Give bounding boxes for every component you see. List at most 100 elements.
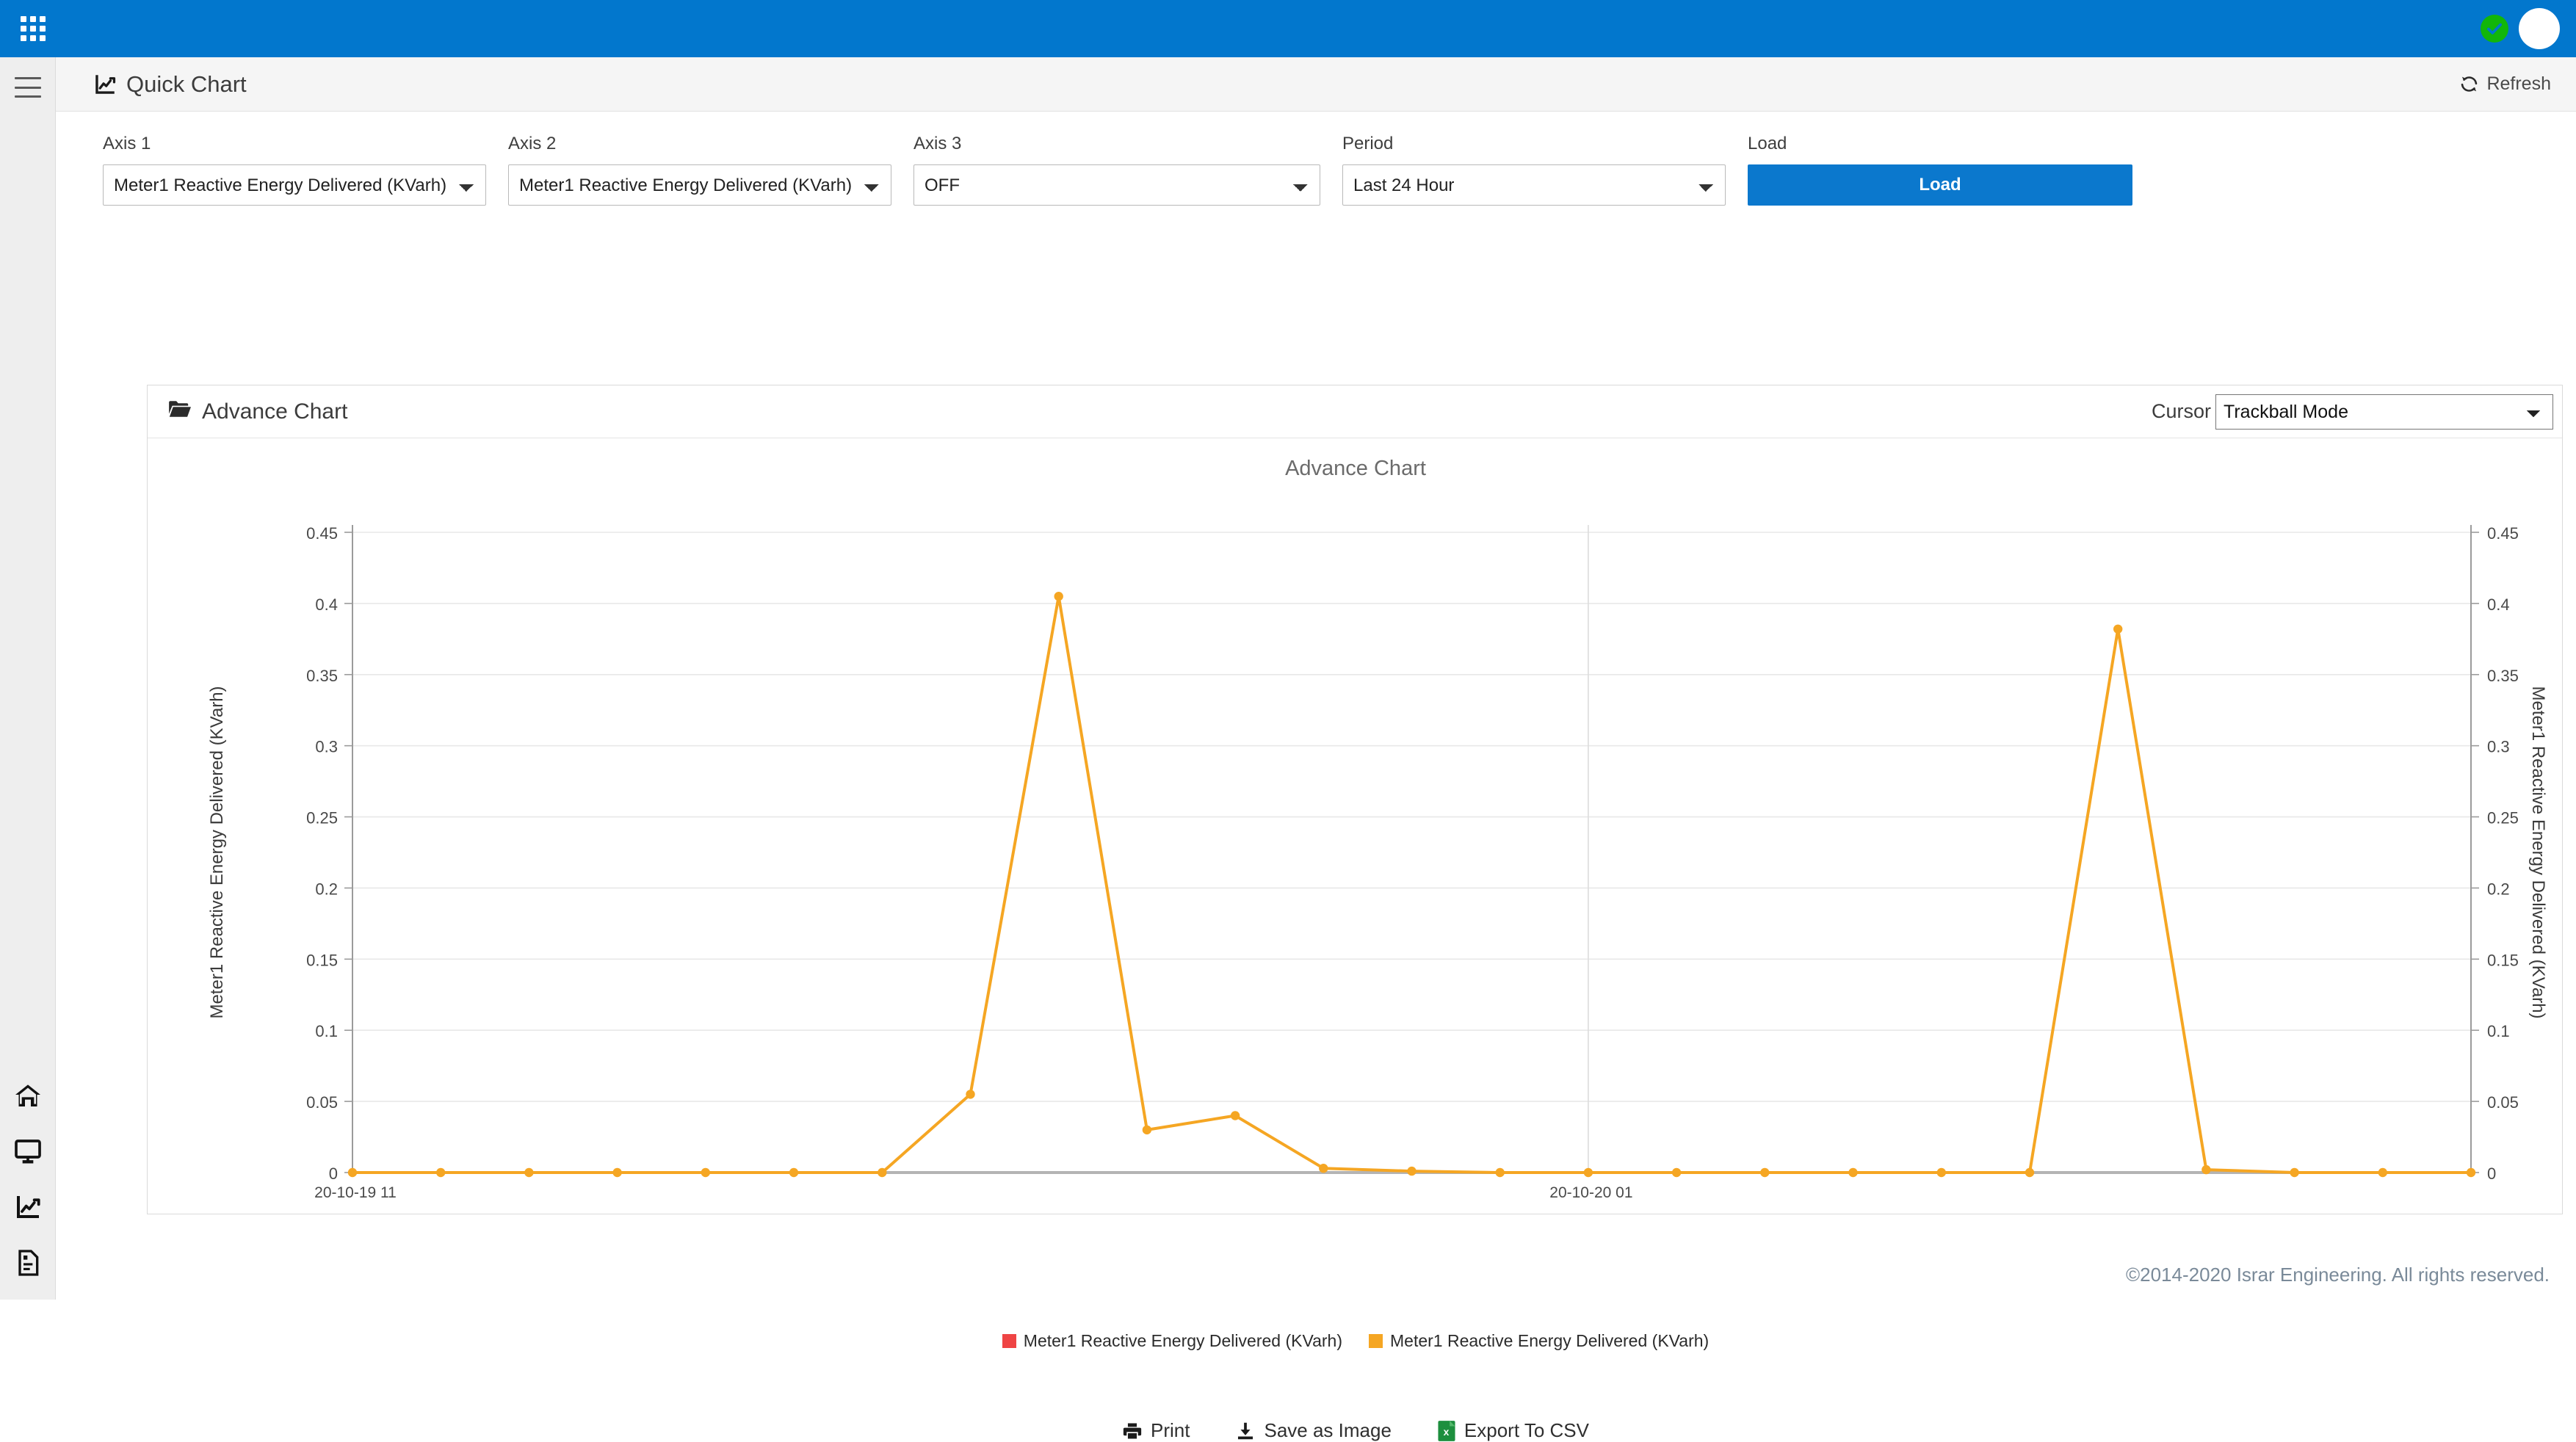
export-to-csv-label: Export To CSV bbox=[1464, 1419, 1589, 1441]
topbar-right-cluster bbox=[2481, 8, 2560, 49]
legend-swatch-orange bbox=[1369, 1334, 1383, 1348]
legend-item[interactable]: Meter1 Reactive Energy Delivered (KVarh) bbox=[1369, 1331, 1709, 1351]
grid-apps-icon[interactable] bbox=[16, 12, 50, 46]
axis-3-select[interactable]: OFF bbox=[913, 164, 1320, 206]
cursor-mode-select[interactable]: Trackball Mode bbox=[2215, 394, 2553, 430]
svg-text:x: x bbox=[1444, 1426, 1450, 1438]
period-label: Period bbox=[1342, 134, 1394, 153]
legend-label: Meter1 Reactive Energy Delivered (KVarh) bbox=[1023, 1331, 1342, 1350]
footer-copyright: ©2014-2020 Israr Engineering. All rights… bbox=[2125, 1264, 2550, 1286]
field-axis-3: Axis 3 OFF bbox=[913, 134, 1320, 214]
axis-1-select[interactable]: Meter1 Reactive Energy Delivered (KVarh) bbox=[103, 164, 486, 206]
sidebar-item-charts[interactable] bbox=[13, 1192, 43, 1222]
series-point bbox=[2113, 624, 2123, 634]
y2-axis-tick-label: 0.25 bbox=[2487, 809, 2519, 827]
y2-axis-tick-label: 0.45 bbox=[2487, 524, 2519, 543]
field-axis-1: Axis 1 Meter1 Reactive Energy Delivered … bbox=[103, 134, 486, 214]
x-axis-tick-label: 20-10-19 11 bbox=[314, 1184, 397, 1201]
y2-axis-tick-label: 0.35 bbox=[2487, 667, 2519, 685]
y2-axis-tick-label: 0.1 bbox=[2487, 1022, 2510, 1040]
excel-file-icon: x bbox=[1437, 1420, 1456, 1442]
y-axis-tick-label: 0.1 bbox=[315, 1022, 338, 1040]
y-axis-tick-label: 0.2 bbox=[315, 880, 338, 898]
folder-open-icon bbox=[168, 399, 192, 424]
axis-1-label: Axis 1 bbox=[103, 134, 151, 153]
refresh-button[interactable]: Refresh bbox=[2459, 73, 2551, 95]
hamburger-menu-icon[interactable] bbox=[15, 77, 41, 98]
y2-axis-title: Meter1 Reactive Energy Delivered (KVarh) bbox=[2528, 686, 2548, 1018]
y2-axis-tick-label: 0.3 bbox=[2487, 738, 2510, 756]
y2-axis-tick-label: 0.4 bbox=[2487, 595, 2510, 614]
y-axis-tick-label: 0 bbox=[329, 1164, 338, 1183]
y-axis-tick-label: 0.25 bbox=[306, 809, 338, 827]
series-point bbox=[347, 1167, 358, 1178]
page-header: Quick Chart Refresh bbox=[56, 57, 2576, 112]
chart-plot-area: Advance Chart 0 0 0.05 0.05 0.1 0.1 0.15 0.15 0.2… bbox=[148, 438, 2564, 1214]
series-point bbox=[524, 1167, 534, 1178]
printer-icon bbox=[1122, 1421, 1143, 1441]
advance-chart-header: Advance Chart Cursor Trackball Mode bbox=[148, 385, 2562, 438]
field-load: Load Load bbox=[1748, 134, 2132, 214]
series-line bbox=[351, 595, 2472, 1174]
y-axis-tick-label: 0.15 bbox=[306, 951, 338, 969]
series-point bbox=[1848, 1167, 1858, 1178]
avatar[interactable] bbox=[2519, 8, 2560, 49]
axis-2-select[interactable]: Meter1 Reactive Energy Delivered (KVarh) bbox=[508, 164, 891, 206]
export-to-csv-button[interactable]: x Export To CSV bbox=[1437, 1419, 1589, 1442]
series-point bbox=[701, 1167, 710, 1178]
field-period: Period Last 24 Hour bbox=[1342, 134, 1726, 214]
download-icon bbox=[1235, 1421, 1256, 1441]
series-point bbox=[1936, 1167, 1946, 1178]
load-label: Load bbox=[1748, 134, 1787, 153]
legend-swatch-red bbox=[1002, 1334, 1016, 1348]
series-point bbox=[2378, 1167, 2387, 1178]
y-axis-tick-label: 0.05 bbox=[306, 1093, 338, 1112]
series-point bbox=[1319, 1164, 1328, 1173]
advance-chart-svg[interactable]: Advance Chart 0 0 0.05 0.05 0.1 0.1 0.15 0.15 0.2… bbox=[148, 438, 2564, 1214]
series-point bbox=[966, 1090, 975, 1099]
y-axis-tick-label: 0.45 bbox=[306, 524, 338, 543]
save-as-image-button[interactable]: Save as Image bbox=[1235, 1419, 1392, 1442]
legend-item[interactable]: Meter1 Reactive Energy Delivered (KVarh) bbox=[1002, 1331, 1342, 1351]
period-select[interactable]: Last 24 Hour bbox=[1342, 164, 1726, 206]
sidebar-item-home[interactable] bbox=[13, 1081, 43, 1110]
y-axis-tick-label: 0.4 bbox=[315, 595, 338, 614]
series-point bbox=[1495, 1167, 1505, 1178]
y-axis-tick-label: 0.35 bbox=[306, 667, 338, 685]
card-title: Advance Chart bbox=[168, 399, 347, 424]
series-point bbox=[1583, 1167, 1593, 1178]
page-title-text: Quick Chart bbox=[126, 70, 247, 97]
chart-actions: Print Save as Image x Export To CSV bbox=[148, 1419, 2564, 1442]
cursor-label: Cursor bbox=[2151, 400, 2211, 422]
series-point bbox=[1142, 1125, 1152, 1135]
print-button[interactable]: Print bbox=[1122, 1419, 1190, 1442]
x-axis-tick-label: 20-10-20 01 bbox=[1549, 1184, 1632, 1201]
series-point bbox=[1054, 592, 1063, 601]
series-point bbox=[1230, 1111, 1240, 1120]
series-point bbox=[2201, 1164, 2211, 1175]
chart-title: Advance Chart bbox=[1285, 457, 1426, 480]
series-point bbox=[2025, 1167, 2035, 1178]
series-point bbox=[2466, 1167, 2476, 1178]
sidebar-item-monitor[interactable] bbox=[13, 1137, 43, 1166]
refresh-label: Refresh bbox=[2486, 73, 2551, 94]
y2-axis-tick-label: 0.15 bbox=[2487, 951, 2519, 969]
series-point bbox=[1671, 1167, 1682, 1178]
check-circle-icon[interactable] bbox=[2481, 15, 2508, 43]
series-point bbox=[436, 1167, 446, 1178]
advance-chart-card: Advance Chart Cursor Trackball Mode Adva… bbox=[147, 385, 2564, 1441]
sidebar-item-reports[interactable] bbox=[13, 1248, 43, 1278]
y2-axis-tick-label: 0.2 bbox=[2487, 880, 2510, 898]
refresh-icon bbox=[2459, 74, 2479, 94]
chart-line-icon bbox=[93, 72, 117, 97]
legend-label: Meter1 Reactive Energy Delivered (KVarh) bbox=[1390, 1331, 1710, 1350]
top-app-bar bbox=[0, 0, 2576, 57]
card-title-text: Advance Chart bbox=[202, 399, 348, 424]
load-button[interactable]: Load bbox=[1748, 164, 2132, 206]
axis-3-label: Axis 3 bbox=[913, 134, 962, 153]
sidebar-nav bbox=[0, 1081, 56, 1278]
sidebar bbox=[0, 57, 56, 1300]
series-point bbox=[1760, 1167, 1770, 1178]
main-content: Axis 1 Meter1 Reactive Energy Delivered … bbox=[56, 112, 2576, 1441]
series-point bbox=[789, 1167, 799, 1178]
